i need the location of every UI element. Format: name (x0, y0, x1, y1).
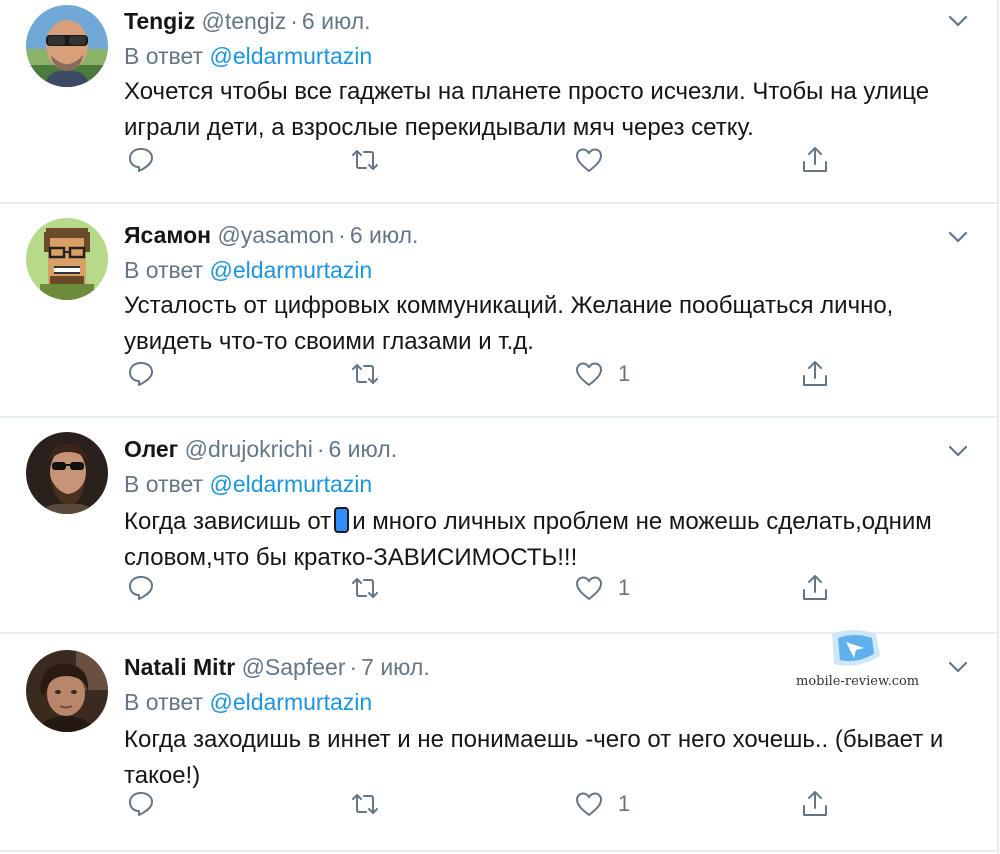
reply-icon (129, 792, 153, 816)
tweet-text: Когда зависишь от и много личных проблем … (124, 504, 954, 576)
author-handle[interactable]: @drujokrichi (185, 436, 313, 462)
chevron-down-icon[interactable] (947, 10, 969, 32)
tweet-actions: 1 (124, 568, 844, 608)
tweet-date[interactable]: 6 июл. (302, 8, 371, 34)
heart-icon (576, 362, 602, 386)
separator-dot: · (338, 222, 346, 248)
share-icon (803, 575, 827, 600)
retweet-button[interactable] (350, 784, 380, 824)
reply-icon (129, 576, 153, 600)
chevron-down-icon[interactable] (947, 226, 969, 248)
tweet-feed: Tengiz @tengiz · 6 июл. В ответ @eldarmurt… (0, 0, 999, 854)
watermark: mobile-review.com (796, 626, 919, 696)
author-handle[interactable]: @yasamon (217, 222, 334, 248)
retweet-button[interactable] (350, 354, 380, 394)
reply-button[interactable] (126, 140, 156, 180)
reply-icon (129, 362, 153, 386)
reply-context: В ответ @eldarmurtazin (124, 40, 372, 72)
separator-dot: · (290, 8, 298, 34)
share-button[interactable] (800, 784, 830, 824)
avatar[interactable] (26, 218, 108, 300)
retweet-icon (352, 578, 378, 598)
mobile-review-logo-icon (832, 630, 880, 666)
tweet-text-part: Когда зависишь от (124, 508, 332, 535)
separator-dot: · (349, 654, 358, 680)
reply-icon (129, 148, 153, 172)
tweet-header: Олег @drujokrichi · 6 июл. (124, 432, 397, 466)
retweet-icon (352, 364, 378, 384)
author-name[interactable]: Tengiz (124, 8, 195, 34)
watermark-text: mobile-review.com (796, 674, 920, 689)
avatar[interactable] (26, 432, 108, 514)
tweet-header: Ясамон @yasamon · 6 июл. (124, 218, 418, 252)
tweet-header: Natali Mitr @Sapfeer · 7 июл. (124, 650, 430, 684)
reply-context: В ответ @eldarmurtazin (124, 468, 372, 500)
share-button[interactable] (800, 140, 830, 180)
mobile-phone-emoji (334, 507, 350, 533)
retweet-button[interactable] (350, 568, 380, 608)
retweet-icon (352, 150, 378, 170)
author-handle[interactable]: @tengiz (202, 8, 287, 34)
like-button[interactable] (574, 140, 618, 180)
author-name[interactable]: Ясамон (124, 222, 211, 248)
tweet-text: Усталость от цифровых коммуникаций. Жела… (124, 292, 894, 355)
chevron-down-icon[interactable] (947, 656, 969, 678)
like-count: 1 (618, 361, 631, 386)
share-icon (803, 147, 827, 172)
author-name[interactable]: Natali Mitr (124, 654, 235, 680)
like-count: 1 (618, 575, 631, 600)
reply-mention[interactable]: @eldarmurtazin (209, 43, 372, 69)
tweet[interactable]: Ясамон @yasamon · 6 июл. В ответ @eldarmur… (0, 204, 997, 418)
like-button[interactable]: 1 (574, 568, 630, 608)
heart-icon (576, 148, 602, 172)
share-button[interactable] (800, 568, 830, 608)
chevron-down-icon[interactable] (947, 440, 969, 462)
author-handle[interactable]: @Sapfeer (242, 654, 346, 680)
author-name[interactable]: Олег (124, 436, 178, 462)
reply-prefix: В ответ (124, 689, 204, 715)
tweet[interactable]: Tengiz @tengiz · 6 июл. В ответ @eldarmurt… (0, 0, 997, 204)
retweet-button[interactable] (350, 140, 380, 180)
like-button[interactable]: 1 (574, 784, 630, 824)
tweet[interactable]: Олег @drujokrichi · 6 июл. В ответ @eldarm… (0, 418, 997, 634)
reply-context: В ответ @eldarmurtazin (124, 254, 372, 286)
reply-mention[interactable]: @eldarmurtazin (209, 689, 372, 715)
reply-mention[interactable]: @eldarmurtazin (209, 471, 372, 497)
tweet-actions (124, 140, 844, 180)
separator-dot: · (316, 436, 325, 462)
avatar[interactable] (26, 650, 108, 732)
reply-button[interactable] (126, 784, 156, 824)
heart-icon (576, 576, 602, 600)
avatar[interactable] (26, 5, 108, 87)
retweet-icon (352, 794, 378, 814)
reply-mention[interactable]: @eldarmurtazin (209, 257, 372, 283)
tweet-text: Хочется чтобы все гаджеты на планете про… (124, 78, 930, 141)
heart-icon (576, 792, 602, 816)
like-button[interactable]: 1 (574, 354, 630, 394)
tweet-actions: 1 (124, 784, 844, 824)
reply-prefix: В ответ (124, 43, 204, 69)
reply-prefix: В ответ (124, 257, 204, 283)
share-icon (803, 791, 827, 816)
share-icon (803, 361, 827, 386)
reply-prefix: В ответ (124, 471, 204, 497)
reply-button[interactable] (126, 568, 156, 608)
tweet-header: Tengiz @tengiz · 6 июл. (124, 4, 371, 38)
reply-context: В ответ @eldarmurtazin (124, 686, 372, 718)
tweet-actions: 1 (124, 354, 844, 394)
share-button[interactable] (800, 354, 830, 394)
reply-button[interactable] (126, 354, 156, 394)
tweet-date[interactable]: 7 июл. (361, 654, 430, 680)
tweet-date[interactable]: 6 июл. (329, 436, 398, 462)
like-count: 1 (618, 791, 631, 816)
tweet-date[interactable]: 6 июл. (350, 222, 419, 248)
